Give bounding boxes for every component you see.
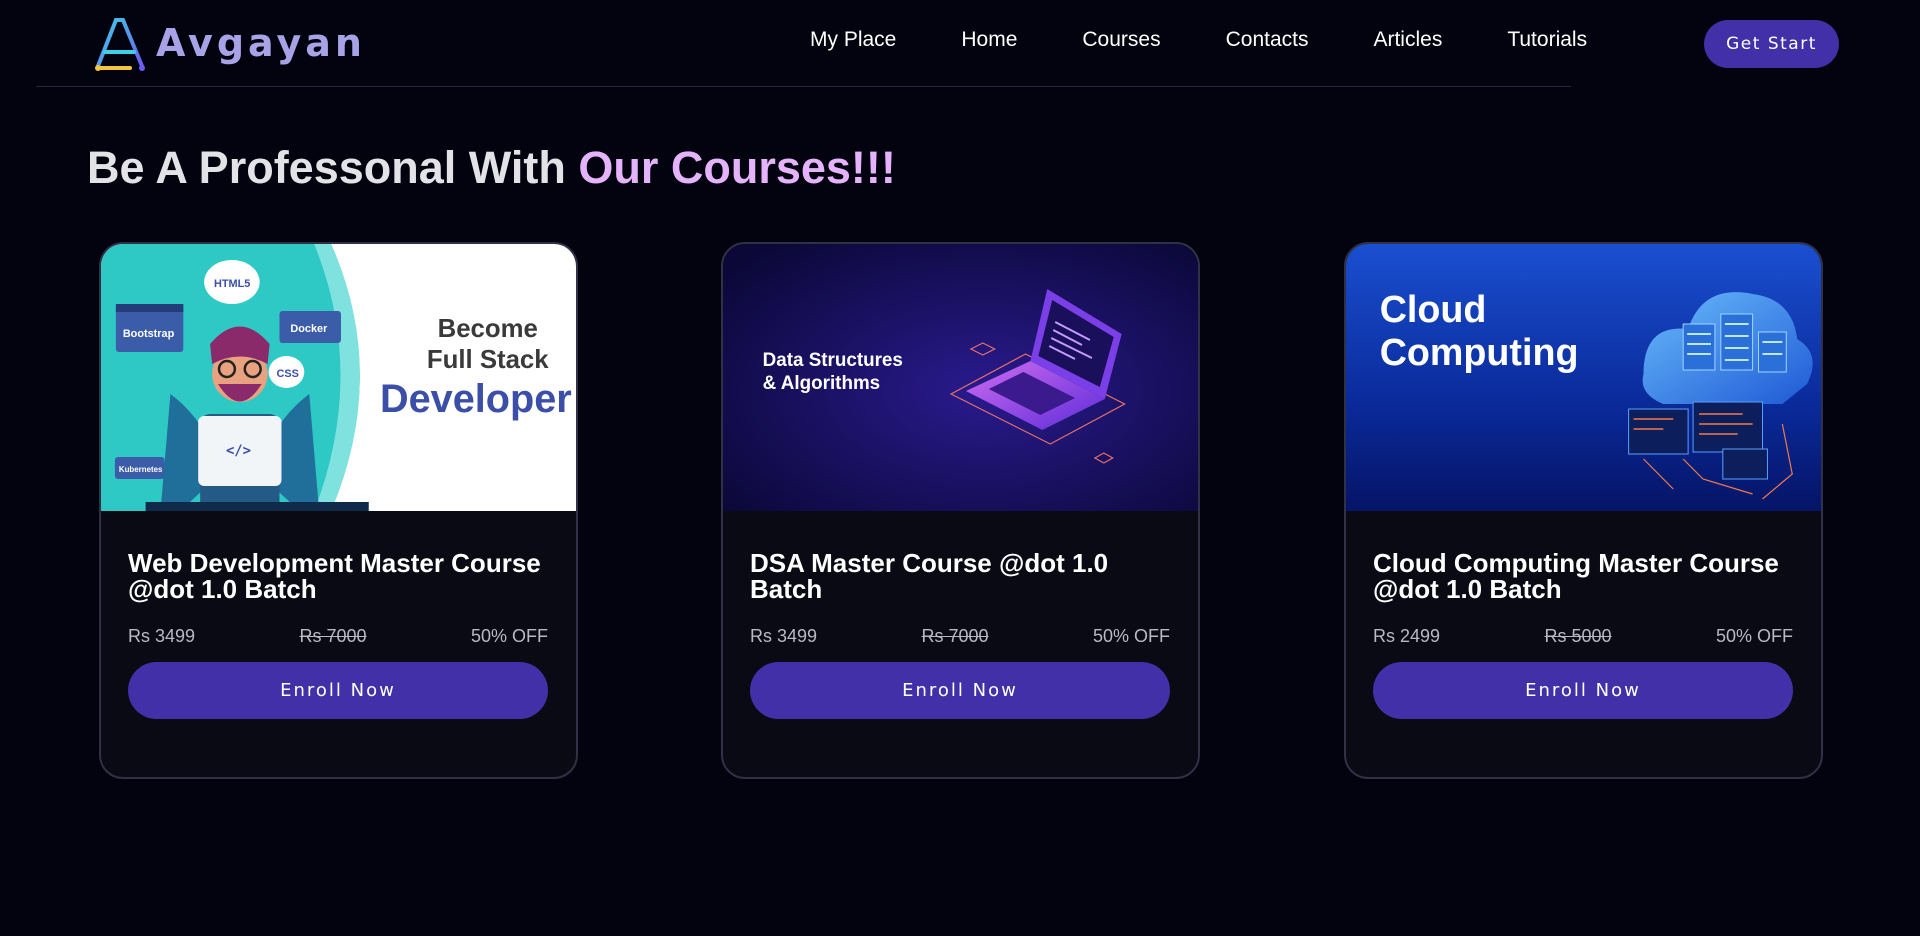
enroll-now-button[interactable]: Enroll Now <box>128 662 548 719</box>
course-card-dsa: Data Structures & Algorithms DSA Master … <box>721 242 1200 779</box>
banner-line-data-structures: Data Structures <box>763 350 903 371</box>
tag-docker: Docker <box>290 323 328 335</box>
nav-link-tutorials[interactable]: Tutorials <box>1507 28 1587 52</box>
enroll-now-button[interactable]: Enroll Now <box>1373 662 1793 719</box>
price-row: Rs 3499 Rs 7000 50% OFF <box>128 626 548 647</box>
banner-line-computing: Computing <box>1380 332 1579 374</box>
nav-link-courses[interactable]: Courses <box>1082 28 1160 52</box>
dsa-laptop-illustration: Data Structures & Algorithms <box>723 244 1198 511</box>
current-price: Rs 2499 <box>1373 626 1441 646</box>
enroll-now-button[interactable]: Enroll Now <box>750 662 1170 719</box>
discount-badge: 50% OFF <box>470 626 548 646</box>
banner-line-full-stack: Full Stack <box>427 346 549 374</box>
code-brackets-icon: </> <box>226 443 251 459</box>
original-price: Rs 7000 <box>921 626 989 646</box>
a-monogram-logo-icon <box>95 18 145 71</box>
banner-line-algorithms: & Algorithms <box>763 373 881 394</box>
page-headline: Be A Professonal With Our Courses!!! <box>87 142 896 194</box>
nav-divider <box>36 86 1571 87</box>
original-price: Rs 7000 <box>299 626 367 646</box>
nav-link-articles[interactable]: Articles <box>1373 28 1442 52</box>
headline-accent: Our Courses!!! <box>578 142 896 193</box>
nav-link-contacts[interactable]: Contacts <box>1226 28 1309 52</box>
banner-line-become: Become <box>438 315 538 343</box>
tag-kubernetes: Kubernetes <box>119 465 163 474</box>
cloud-illustration: Cloud Computing <box>1346 244 1821 511</box>
headline-prefix: Be A Professonal With <box>87 142 579 193</box>
course-card-web-dev: Bootstrap HTML5 Docker CSS Kubernetes </… <box>99 242 578 779</box>
course-title: Web Development Master Course @dot 1.0 B… <box>128 548 541 604</box>
banner-line-developer: Developer <box>380 377 572 421</box>
discount-badge: 50% OFF <box>1092 626 1170 646</box>
banner-line-cloud: Cloud <box>1380 289 1487 331</box>
main-nav: My Place Home Courses Contacts Articles … <box>810 28 1652 52</box>
get-start-button[interactable]: Get Start <box>1704 20 1839 68</box>
price-row: Rs 2499 Rs 5000 50% OFF <box>1373 626 1793 647</box>
price-row: Rs 3499 Rs 7000 50% OFF <box>750 626 1170 647</box>
developer-illustration: Bootstrap HTML5 Docker CSS Kubernetes </… <box>101 244 576 511</box>
brand-name: Avgayan <box>156 21 366 65</box>
nav-link-home[interactable]: Home <box>961 28 1017 52</box>
course-card-cloud: Cloud Computing Cloud Computing Master C… <box>1344 242 1823 779</box>
discount-badge: 50% OFF <box>1715 626 1793 646</box>
tag-bootstrap: Bootstrap <box>123 328 175 340</box>
original-price: Rs 5000 <box>1544 626 1612 646</box>
tag-html5: HTML5 <box>214 278 250 290</box>
course-banner-web-dev: Bootstrap HTML5 Docker CSS Kubernetes </… <box>101 244 576 511</box>
current-price: Rs 3499 <box>128 626 196 646</box>
course-banner-cloud: Cloud Computing <box>1346 244 1821 511</box>
course-banner-dsa: Data Structures & Algorithms <box>723 244 1198 511</box>
course-title: Cloud Computing Master Course @dot 1.0 B… <box>1373 548 1779 604</box>
course-title: DSA Master Course @dot 1.0 Batch <box>750 548 1109 604</box>
top-navbar: Avgayan My Place Home Courses Contacts A… <box>0 0 1920 88</box>
brand-logo[interactable]: Avgayan <box>90 12 366 74</box>
nav-link-my-place[interactable]: My Place <box>810 28 896 52</box>
current-price: Rs 3499 <box>750 626 818 646</box>
tag-css: CSS <box>277 368 299 380</box>
